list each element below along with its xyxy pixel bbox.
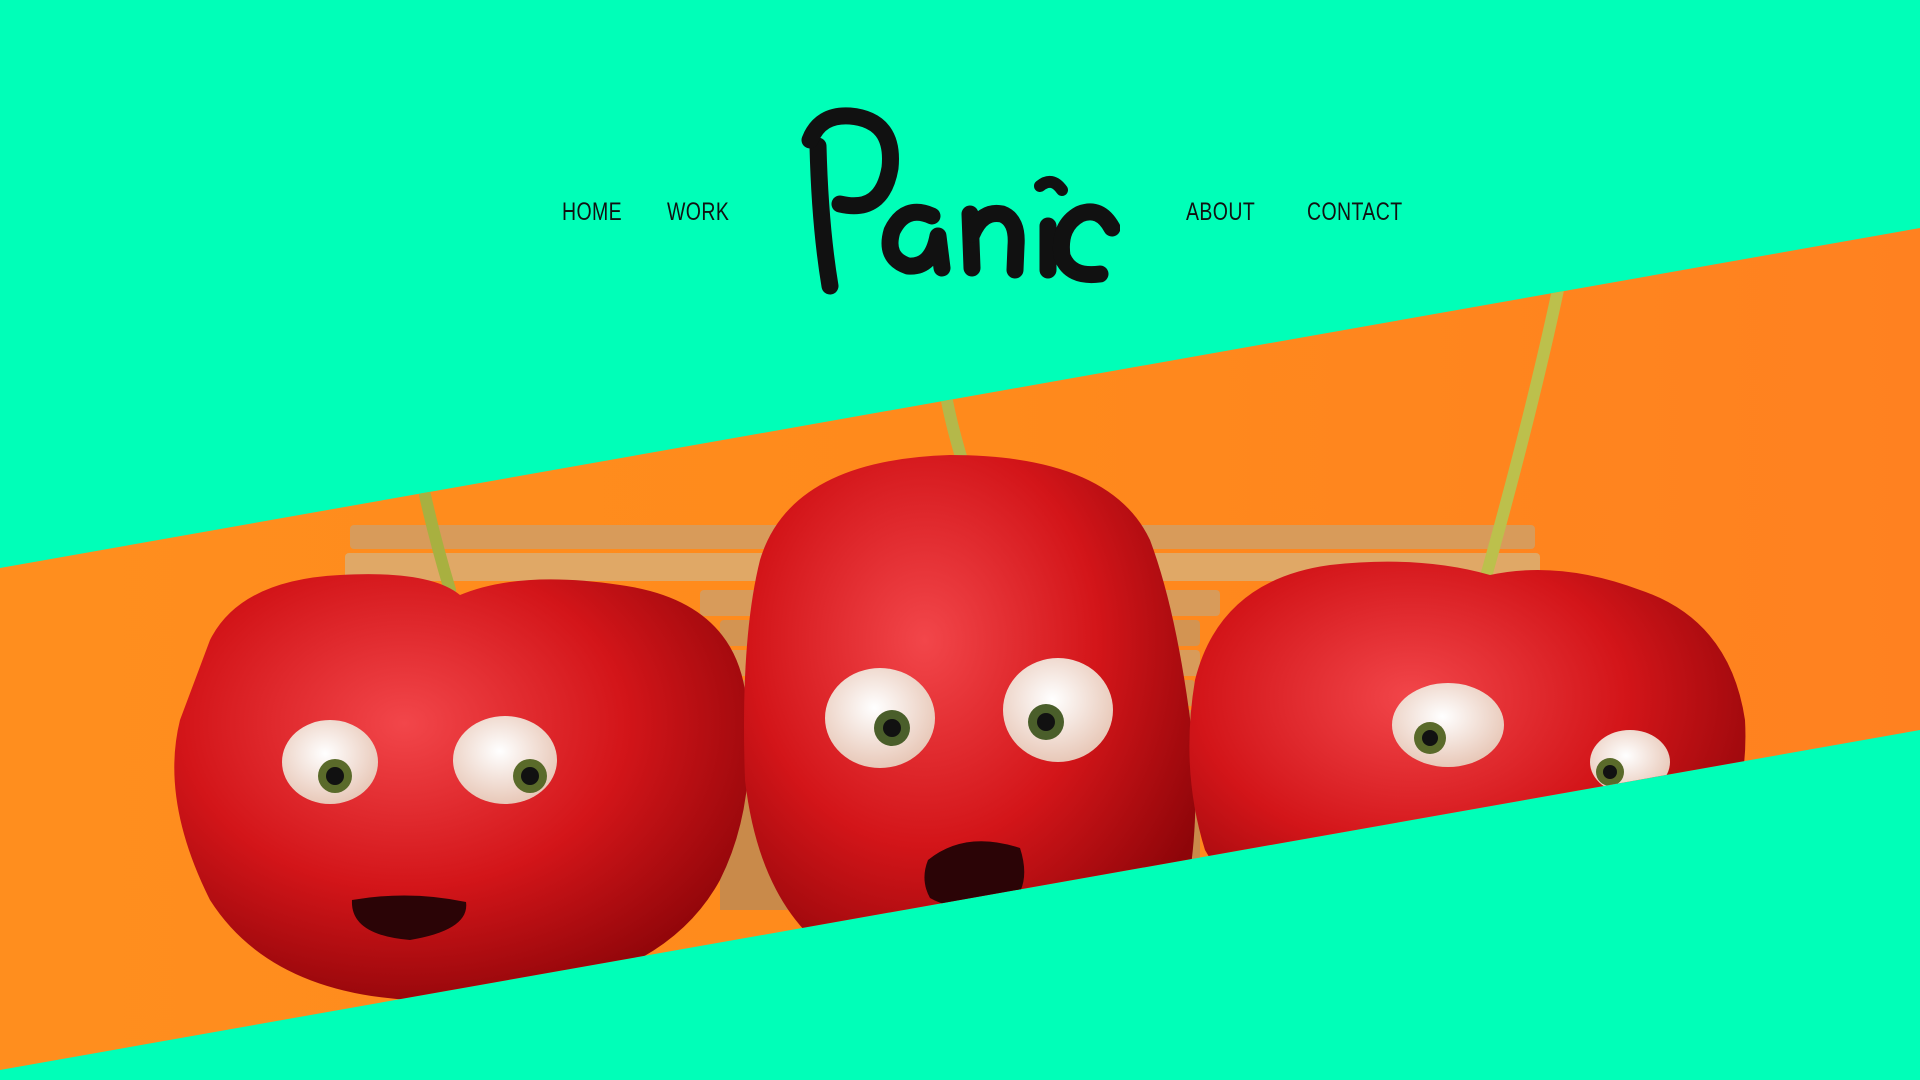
nav-work-link[interactable]: WORK [667, 198, 729, 227]
nav-home-link[interactable]: HOME [562, 198, 622, 227]
left-cherry [174, 574, 750, 1001]
hero-band [0, 228, 1920, 1070]
nav-left: HOME WORK [562, 192, 775, 232]
middle-cherry [744, 455, 1196, 985]
right-cherry [1189, 561, 1746, 950]
page: HOME WORK ABOUT CONTACT [0, 0, 1920, 1080]
nav-contact-link[interactable]: CONTACT [1307, 198, 1403, 227]
nav-about-link[interactable]: ABOUT [1186, 198, 1255, 227]
nav-right: ABOUT CONTACT [1186, 192, 1457, 232]
panic-logo[interactable] [800, 106, 1120, 306]
